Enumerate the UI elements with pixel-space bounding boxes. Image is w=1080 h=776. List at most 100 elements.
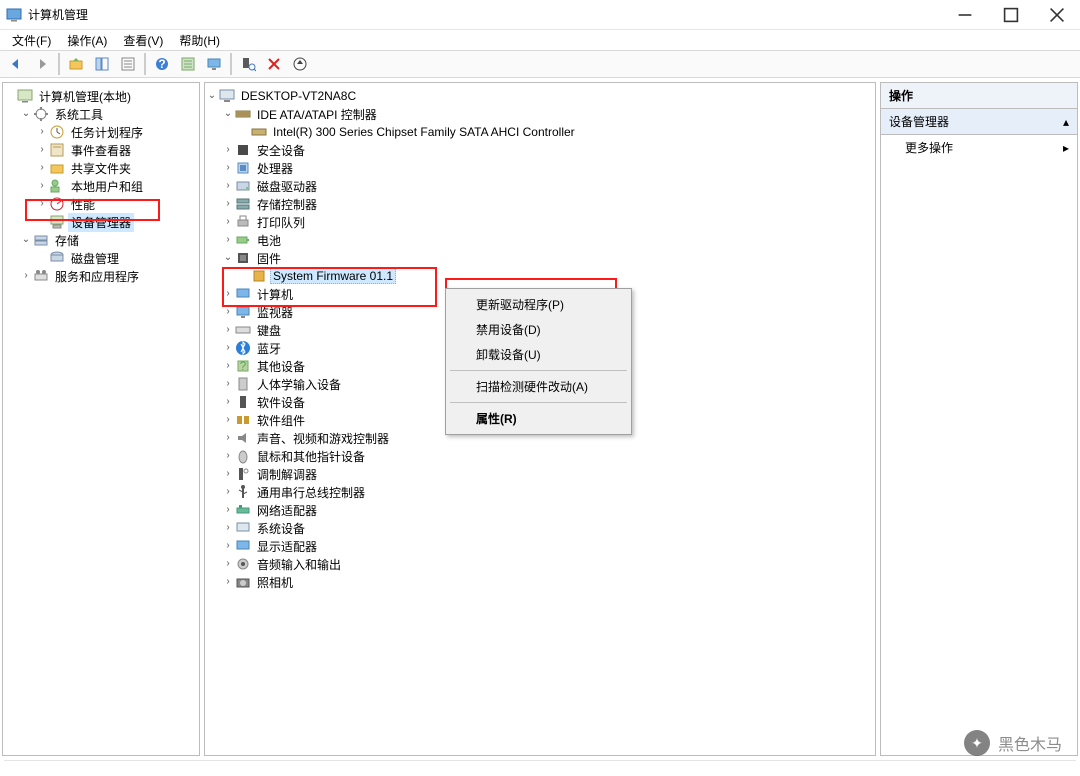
- ctx-properties[interactable]: 属性(R): [448, 406, 629, 431]
- menu-file[interactable]: 文件(F): [6, 30, 57, 51]
- menu-view[interactable]: 查看(V): [117, 30, 169, 51]
- separator: [58, 53, 60, 75]
- tree-shared-folders[interactable]: ›共享文件夹: [3, 159, 199, 177]
- separator: [144, 53, 146, 75]
- actions-section[interactable]: 设备管理器 ▴: [881, 109, 1077, 135]
- separator: [230, 53, 232, 75]
- watermark: ✦ 黑色木马: [964, 730, 1062, 756]
- update-driver-icon[interactable]: [288, 53, 312, 75]
- dev-root[interactable]: ⌄DESKTOP-VT2NA8C: [205, 87, 875, 105]
- monitor-icon: [235, 304, 251, 320]
- dev-mouse[interactable]: ›鼠标和其他指针设备: [205, 447, 875, 465]
- ctx-update-driver[interactable]: 更新驱动程序(P): [448, 292, 629, 317]
- show-hide-tree-icon[interactable]: [90, 53, 114, 75]
- ctx-separator: [450, 370, 627, 371]
- dev-modem[interactable]: ›调制解调器: [205, 465, 875, 483]
- software-dev-icon: [235, 394, 251, 410]
- display-adapter-icon: [235, 538, 251, 554]
- dev-ide-intel[interactable]: Intel(R) 300 Series Chipset Family SATA …: [205, 123, 875, 141]
- center-panel: ⌄DESKTOP-VT2NA8C ⌄IDE ATA/ATAPI 控制器 Inte…: [204, 82, 876, 756]
- help-icon[interactable]: ?: [150, 53, 174, 75]
- dev-camera[interactable]: ›照相机: [205, 573, 875, 591]
- device-manager-icon: [49, 214, 65, 230]
- scan-hardware-icon[interactable]: [236, 53, 260, 75]
- event-icon: [49, 142, 65, 158]
- tree-disk-management[interactable]: 磁盘管理: [3, 249, 199, 267]
- actions-more[interactable]: 更多操作 ▸: [881, 135, 1077, 160]
- tree-performance[interactable]: ›性能: [3, 195, 199, 213]
- dev-storage-ctrl[interactable]: ›存储控制器: [205, 195, 875, 213]
- monitor-icon[interactable]: [202, 53, 226, 75]
- dev-print-queue[interactable]: ›打印队列: [205, 213, 875, 231]
- sound-icon: [235, 430, 251, 446]
- bluetooth-icon: [235, 340, 251, 356]
- dev-usb-controllers[interactable]: ›通用串行总线控制器: [205, 483, 875, 501]
- audio-io-icon: [235, 556, 251, 572]
- ide-icon: [235, 106, 251, 122]
- dev-display-adapters[interactable]: ›显示适配器: [205, 537, 875, 555]
- nav-back-icon[interactable]: [4, 53, 28, 75]
- mouse-icon: [235, 448, 251, 464]
- tree-event-viewer[interactable]: ›事件查看器: [3, 141, 199, 159]
- collapse-icon: ▴: [1063, 115, 1069, 129]
- minimize-button[interactable]: [942, 0, 988, 30]
- list-icon[interactable]: [176, 53, 200, 75]
- services-icon: [33, 268, 49, 284]
- toolbar: ?: [0, 50, 1080, 78]
- firmware-item-icon: [251, 268, 267, 284]
- dev-firmware[interactable]: ⌄固件: [205, 249, 875, 267]
- tree-local-users[interactable]: ›本地用户和组: [3, 177, 199, 195]
- close-button[interactable]: [1034, 0, 1080, 30]
- svg-text:?: ?: [240, 359, 247, 373]
- tree-task-scheduler[interactable]: ›任务计划程序: [3, 123, 199, 141]
- right-panel: 操作 设备管理器 ▴ 更多操作 ▸: [880, 82, 1078, 756]
- tools-icon: [33, 106, 49, 122]
- computer-mgmt-icon: [17, 88, 33, 104]
- disk-icon: [49, 250, 65, 266]
- remove-icon[interactable]: [262, 53, 286, 75]
- dev-security[interactable]: ›安全设备: [205, 141, 875, 159]
- hid-icon: [235, 376, 251, 392]
- pc-icon: [235, 286, 251, 302]
- modem-icon: [235, 466, 251, 482]
- dev-ide[interactable]: ⌄IDE ATA/ATAPI 控制器: [205, 105, 875, 123]
- menu-action[interactable]: 操作(A): [61, 30, 113, 51]
- maximize-button[interactable]: [988, 0, 1034, 30]
- ctx-scan-hardware[interactable]: 扫描检测硬件改动(A): [448, 374, 629, 399]
- shared-folder-icon: [49, 160, 65, 176]
- window-title: 计算机管理: [28, 6, 942, 23]
- actions-header-label: 操作: [889, 87, 913, 104]
- menu-help[interactable]: 帮助(H): [173, 30, 226, 51]
- app-icon: [6, 7, 22, 23]
- dev-cpu[interactable]: ›处理器: [205, 159, 875, 177]
- main-layout: 计算机管理(本地) ⌄系统工具 ›任务计划程序 ›事件查看器 ›共享文件夹 ›本…: [0, 78, 1080, 760]
- camera-icon: [235, 574, 251, 590]
- watermark-logo-icon: ✦: [964, 730, 990, 756]
- users-icon: [49, 178, 65, 194]
- dev-audio-io[interactable]: ›音频输入和输出: [205, 555, 875, 573]
- tree-services-apps[interactable]: ›服务和应用程序: [3, 267, 199, 285]
- software-comp-icon: [235, 412, 251, 428]
- dev-system-devices[interactable]: ›系统设备: [205, 519, 875, 537]
- network-icon: [235, 502, 251, 518]
- other-icon: ?: [235, 358, 251, 374]
- tree-storage[interactable]: ⌄存储: [3, 231, 199, 249]
- ctx-disable-device[interactable]: 禁用设备(D): [448, 317, 629, 342]
- properties-icon[interactable]: [116, 53, 140, 75]
- dev-firmware-system[interactable]: System Firmware 01.1: [205, 267, 875, 285]
- tree-system-tools[interactable]: ⌄系统工具: [3, 105, 199, 123]
- menu-bar: 文件(F) 操作(A) 查看(V) 帮助(H): [0, 30, 1080, 50]
- dev-disk[interactable]: ›磁盘驱动器: [205, 177, 875, 195]
- folder-up-icon[interactable]: [64, 53, 88, 75]
- chevron-right-icon: ▸: [1063, 141, 1069, 155]
- title-bar: 计算机管理: [0, 0, 1080, 30]
- ctx-uninstall-device[interactable]: 卸载设备(U): [448, 342, 629, 367]
- dev-battery[interactable]: ›电池: [205, 231, 875, 249]
- tree-root[interactable]: 计算机管理(本地): [3, 87, 199, 105]
- ctx-separator: [450, 402, 627, 403]
- dev-network-adapters[interactable]: ›网络适配器: [205, 501, 875, 519]
- tree-device-manager[interactable]: 设备管理器: [3, 213, 199, 231]
- nav-forward-icon[interactable]: [30, 53, 54, 75]
- computer-icon: [219, 88, 235, 104]
- security-icon: [235, 142, 251, 158]
